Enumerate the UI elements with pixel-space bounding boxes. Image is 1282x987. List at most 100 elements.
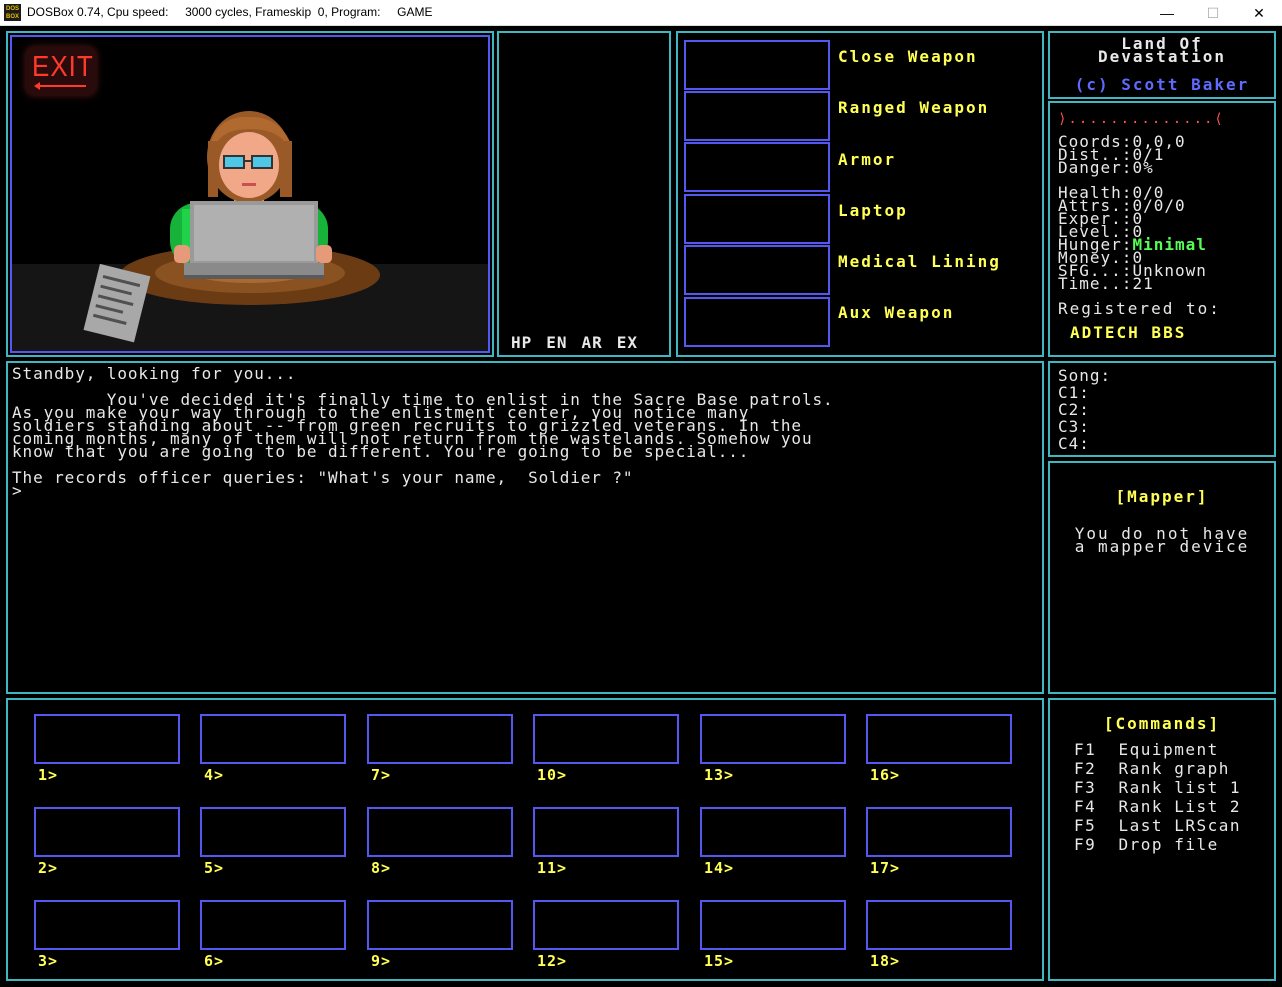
- command-f3-rank-list-1[interactable]: F3 Rank list 1: [1074, 778, 1241, 797]
- mapper-message: You do not have a mapper device: [1050, 526, 1274, 556]
- song-channel-2: C2:: [1058, 400, 1090, 419]
- inventory-label-16: 16>: [870, 766, 901, 784]
- inventory-slot-14[interactable]: [700, 807, 846, 857]
- inventory-slot-15[interactable]: [700, 900, 846, 950]
- hp-label: HP: [511, 333, 533, 352]
- commands-title: [Commands]: [1103, 714, 1221, 733]
- inventory-slot-1[interactable]: [34, 714, 180, 764]
- mapper-panel: [Mapper] You do not have a mapper device: [1048, 461, 1276, 694]
- equip-label-ranged-weapon: Ranged Weapon: [838, 98, 990, 117]
- en-label: EN: [546, 333, 568, 352]
- scene-panel: EXIT: [6, 31, 494, 357]
- equip-label-medical-lining: Medical Lining: [838, 252, 1001, 271]
- inventory-slot-12[interactable]: [533, 900, 679, 950]
- inventory-label-8: 8>: [371, 859, 392, 877]
- inventory-label-3: 3>: [38, 952, 59, 970]
- exit-arrow-head-icon: [34, 82, 40, 90]
- registered-name: ADTECH BBS: [1070, 323, 1187, 342]
- maximize-button[interactable]: ☐: [1190, 0, 1236, 26]
- window-title: DOSBox 0.74, Cpu speed: 3000 cycles, Fra…: [27, 5, 433, 19]
- game-title-panel: Land Of Devastation (c) Scott Baker: [1048, 31, 1276, 99]
- equipment-panel: Close Weapon Ranged Weapon Armor Laptop …: [676, 31, 1044, 357]
- inventory-slot-17[interactable]: [866, 807, 1012, 857]
- equip-label-armor: Armor: [838, 150, 897, 169]
- inventory-slot-5[interactable]: [200, 807, 346, 857]
- inventory-label-9: 9>: [371, 952, 392, 970]
- inventory-slot-2[interactable]: [34, 807, 180, 857]
- mapper-message-line2: a mapper device: [1074, 537, 1250, 556]
- inventory-label-13: 13>: [704, 766, 735, 784]
- inventory-label-18: 18>: [870, 952, 901, 970]
- inventory-slot-18[interactable]: [866, 900, 1012, 950]
- command-f2-rank-graph[interactable]: F2 Rank graph: [1074, 759, 1230, 778]
- inventory-slot-9[interactable]: [367, 900, 513, 950]
- message-panel[interactable]: Standby, looking for you... You've decid…: [6, 361, 1044, 694]
- stats-bar: ⟩..............⟨: [1058, 111, 1225, 127]
- command-f1-equipment[interactable]: F1 Equipment: [1074, 740, 1219, 759]
- equip-slot-aux-weapon[interactable]: [684, 297, 830, 347]
- inventory-label-12: 12>: [537, 952, 568, 970]
- commands-panel: [Commands] F1 Equipment F2 Rank graph F3…: [1048, 698, 1276, 981]
- game-title: Land Of Devastation: [1050, 36, 1274, 66]
- equip-slot-ranged-weapon[interactable]: [684, 91, 830, 141]
- vitals-labels: HP EN AR EX: [511, 333, 638, 352]
- command-f4-rank-list-2[interactable]: F4 Rank List 2: [1074, 797, 1241, 816]
- stats-panel: ⟩..............⟨ Coords:0,0,0 Dist..:0/1…: [1048, 101, 1276, 357]
- song-panel: Song: C1: C2: C3: C4:: [1048, 361, 1276, 457]
- equip-label-close-weapon: Close Weapon: [838, 47, 978, 66]
- exit-arrow-icon: [36, 85, 86, 87]
- mapper-title: [Mapper]: [1115, 487, 1209, 506]
- equip-slot-medical-lining[interactable]: [684, 245, 830, 295]
- hunger-value: Minimal: [1132, 235, 1207, 254]
- dosbox-app-icon[interactable]: DOS BOX: [4, 4, 21, 21]
- equip-slot-laptop[interactable]: [684, 194, 830, 244]
- inventory-label-10: 10>: [537, 766, 568, 784]
- song-channel-4: C4:: [1058, 434, 1090, 453]
- minimize-button[interactable]: —: [1144, 0, 1190, 26]
- song-channel-3: C3:: [1058, 417, 1090, 436]
- game-screen[interactable]: EXIT HP EN AR EX Close Weapon Ranged Wea…: [0, 26, 1282, 987]
- inventory-panel: 1> 4> 7> 10> 13> 16> 2> 5> 8> 11> 14> 17…: [6, 698, 1044, 981]
- inventory-label-6: 6>: [204, 952, 225, 970]
- exit-sign[interactable]: EXIT: [26, 47, 96, 95]
- inventory-slot-3[interactable]: [34, 900, 180, 950]
- inventory-slot-8[interactable]: [367, 807, 513, 857]
- stat-time: Time..:21: [1058, 274, 1154, 293]
- ar-label: AR: [581, 333, 603, 352]
- inventory-slot-10[interactable]: [533, 714, 679, 764]
- stat-danger: Danger:0%: [1058, 158, 1154, 177]
- game-credit: (c) Scott Baker: [1074, 75, 1250, 94]
- equip-slot-close-weapon[interactable]: [684, 40, 830, 90]
- song-channel-1: C1:: [1058, 383, 1090, 402]
- inventory-slot-16[interactable]: [866, 714, 1012, 764]
- inventory-slot-7[interactable]: [367, 714, 513, 764]
- inventory-slot-6[interactable]: [200, 900, 346, 950]
- inventory-label-15: 15>: [704, 952, 735, 970]
- equip-label-aux-weapon: Aux Weapon: [838, 303, 955, 322]
- inventory-label-2: 2>: [38, 859, 59, 877]
- scene-illustration: EXIT: [12, 37, 488, 351]
- inventory-label-5: 5>: [204, 859, 225, 877]
- exit-sign-label: EXIT: [32, 49, 94, 83]
- window-titlebar: DOS BOX DOSBox 0.74, Cpu speed: 3000 cycl…: [0, 0, 1282, 26]
- registered-label: Registered to:: [1058, 299, 1221, 318]
- song-title: Song:: [1058, 366, 1112, 385]
- game-title-line2: Devastation: [1098, 47, 1226, 66]
- command-f5-last-lrscan[interactable]: F5 Last LRScan: [1074, 816, 1241, 835]
- message-text: Standby, looking for you... You've decid…: [12, 364, 834, 500]
- inventory-label-11: 11>: [537, 859, 568, 877]
- inventory-label-1: 1>: [38, 766, 59, 784]
- inventory-label-14: 14>: [704, 859, 735, 877]
- inventory-slot-11[interactable]: [533, 807, 679, 857]
- command-f9-drop-file[interactable]: F9 Drop file: [1074, 835, 1219, 854]
- inventory-label-17: 17>: [870, 859, 901, 877]
- ex-label: EX: [616, 333, 639, 352]
- inventory-label-7: 7>: [371, 766, 392, 784]
- equip-label-laptop: Laptop: [838, 201, 908, 220]
- inventory-slot-13[interactable]: [700, 714, 846, 764]
- inventory-slot-4[interactable]: [200, 714, 346, 764]
- inventory-label-4: 4>: [204, 766, 225, 784]
- vitals-panel: HP EN AR EX: [497, 31, 671, 357]
- equip-slot-armor[interactable]: [684, 142, 830, 192]
- close-button[interactable]: ✕: [1236, 0, 1282, 26]
